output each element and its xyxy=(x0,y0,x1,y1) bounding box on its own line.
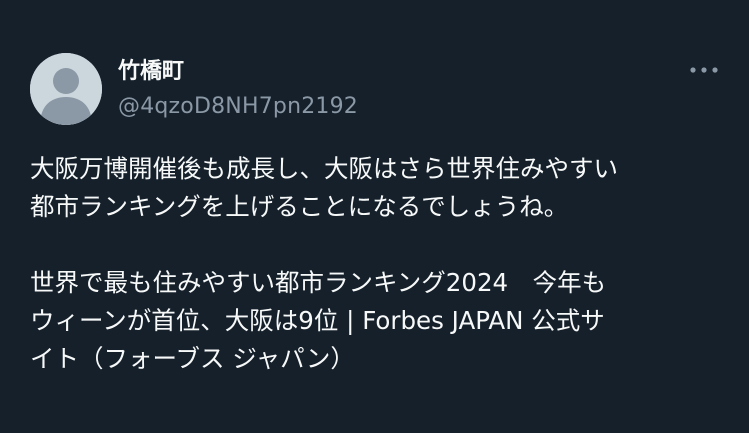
avatar[interactable] xyxy=(30,53,102,125)
tweet-text: 大阪万博開催後も成長し、大阪はさら世界住みやすい 都市ランキングを上げることにな… xyxy=(30,150,730,378)
more-options-icon xyxy=(690,67,718,73)
author-display-name[interactable]: 竹橋町 xyxy=(118,58,184,86)
linked-article-title-line: イト（フォーブス ジャパン） xyxy=(30,344,355,373)
tweet-card: 竹橋町 @4qzoD8NH7pn2192 大阪万博開催後も成長し、大阪はさら世界… xyxy=(0,0,749,433)
linked-article-title-line: 世界で最も住みやすい都市ランキング2024 今年も xyxy=(30,268,607,297)
tweet-text-line: 大阪万博開催後も成長し、大阪はさら世界住みやすい xyxy=(30,154,618,183)
author-handle[interactable]: @4qzoD8NH7pn2192 xyxy=(118,93,358,121)
more-options-button[interactable] xyxy=(684,58,724,82)
tweet-text-line: 都市ランキングを上げることになるでしょうね。 xyxy=(30,192,569,221)
linked-article-title-line: ウィーンが首位、大阪は9位 | Forbes JAPAN 公式サ xyxy=(30,306,605,335)
default-profile-icon xyxy=(30,53,102,125)
